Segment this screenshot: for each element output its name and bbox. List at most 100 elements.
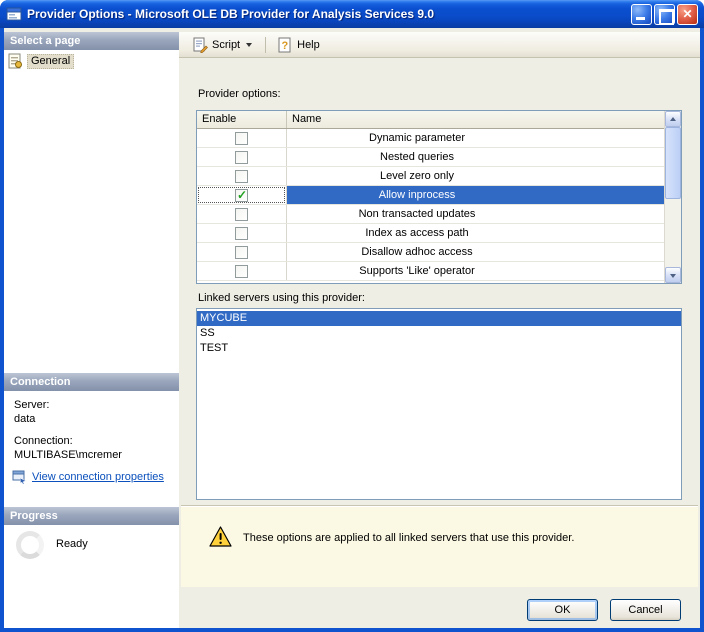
connection-properties-icon (12, 469, 27, 484)
option-name: Index as access path (287, 227, 547, 239)
sidebar-item-label: General (27, 54, 74, 69)
option-name-cell[interactable]: Dynamic parameter (287, 129, 664, 147)
script-icon (192, 37, 208, 53)
select-a-page-header: Select a page (4, 32, 179, 50)
list-item[interactable]: MYCUBE (197, 311, 681, 326)
enable-checkbox[interactable] (235, 151, 248, 164)
dialog-icon (6, 6, 22, 22)
provider-options-dialog: Provider Options - Microsoft OLE DB Prov… (0, 0, 704, 632)
progress-ring-icon (16, 531, 44, 559)
column-header-name[interactable]: Name (287, 111, 664, 128)
enable-cell[interactable] (197, 205, 287, 223)
enable-cell[interactable] (197, 129, 287, 147)
progress-panel: Ready (4, 525, 179, 628)
ok-button[interactable]: OK (527, 599, 598, 621)
enable-checkbox[interactable] (235, 227, 248, 240)
grid-row[interactable]: Dynamic parameter (197, 129, 664, 148)
warning-icon (209, 526, 232, 547)
grid-row[interactable]: Index as access path (197, 224, 664, 243)
enable-cell[interactable] (197, 186, 287, 204)
main-panel: Script ? Help Provider options: (179, 28, 700, 628)
option-name-cell[interactable]: Allow inprocess (287, 186, 664, 204)
help-icon: ? (277, 37, 293, 53)
minimize-button[interactable] (631, 4, 652, 25)
enable-cell[interactable] (197, 148, 287, 166)
grid-row[interactable]: Nested queries (197, 148, 664, 167)
properties-page-icon (7, 53, 23, 69)
grid-row[interactable]: Allow inprocess (197, 186, 664, 205)
toolbar: Script ? Help (179, 32, 700, 58)
option-name: Level zero only (287, 170, 547, 182)
enable-cell[interactable] (197, 224, 287, 242)
option-name-cell[interactable]: Disallow adhoc access (287, 243, 664, 261)
connection-label: Connection: (14, 435, 73, 447)
enable-checkbox[interactable] (235, 208, 248, 221)
option-name-cell[interactable]: Nested queries (287, 148, 664, 166)
svg-text:?: ? (282, 40, 289, 52)
grid-row[interactable]: Disallow adhoc access (197, 243, 664, 262)
window-title: Provider Options - Microsoft OLE DB Prov… (27, 7, 626, 21)
pages-panel: General (4, 50, 179, 373)
option-name: Dynamic parameter (287, 132, 547, 144)
sidebar-item-general[interactable]: General (4, 50, 179, 69)
maximize-button[interactable] (654, 4, 675, 25)
warning-text: These options are applied to all linked … (243, 532, 678, 544)
enable-checkbox[interactable] (235, 132, 248, 145)
option-name-cell[interactable]: Supports 'Like' operator (287, 262, 664, 280)
enable-checkbox[interactable] (235, 246, 248, 259)
enable-checkbox[interactable] (235, 189, 248, 202)
view-connection-properties-text: View connection properties (32, 471, 164, 483)
provider-options-label: Provider options: (198, 88, 281, 100)
help-button[interactable]: ? Help (272, 34, 327, 56)
script-button-label: Script (212, 39, 240, 51)
list-item[interactable]: SS (197, 326, 681, 341)
linked-servers-label: Linked servers using this provider: (198, 292, 365, 304)
warning-strip: These options are applied to all linked … (181, 505, 698, 587)
option-name-cell[interactable]: Index as access path (287, 224, 664, 242)
grid-scrollbar[interactable] (664, 111, 681, 283)
connection-panel: Server: data Connection: MULTIBASE\mcrem… (4, 391, 179, 507)
scroll-down-icon[interactable] (665, 267, 681, 283)
option-name-cell[interactable]: Non transacted updates (287, 205, 664, 223)
linked-servers-listbox[interactable]: MYCUBESSTEST (196, 308, 682, 500)
scroll-up-icon[interactable] (665, 111, 681, 127)
window-controls (631, 4, 698, 25)
close-button[interactable] (677, 4, 698, 25)
server-value: data (14, 413, 35, 425)
chevron-down-icon (246, 43, 252, 47)
option-name: Supports 'Like' operator (287, 265, 547, 277)
option-name: Disallow adhoc access (287, 246, 547, 258)
provider-options-grid-body: Dynamic parameter Nested queries Level zer… (197, 129, 664, 281)
enable-checkbox[interactable] (235, 265, 248, 278)
option-name-cell[interactable]: Level zero only (287, 167, 664, 185)
grid-inner: Enable Name Dynamic parameter Nested quer… (197, 111, 664, 283)
enable-cell[interactable] (197, 243, 287, 261)
title-bar[interactable]: Provider Options - Microsoft OLE DB Prov… (0, 0, 704, 28)
help-button-label: Help (297, 39, 320, 51)
sidebar: Select a page General Connec (4, 28, 179, 628)
cancel-button[interactable]: Cancel (610, 599, 681, 621)
grid-row[interactable]: Supports 'Like' operator (197, 262, 664, 281)
enable-checkbox[interactable] (235, 170, 248, 183)
option-name: Allow inprocess (287, 189, 547, 201)
enable-cell[interactable] (197, 262, 287, 280)
dialog-body: Select a page General Connec (4, 28, 700, 628)
connection-header: Connection (4, 373, 179, 391)
server-label: Server: (14, 399, 49, 411)
scrollbar-thumb[interactable] (665, 127, 681, 199)
grid-row[interactable]: Non transacted updates (197, 205, 664, 224)
view-connection-properties-link[interactable]: View connection properties (12, 469, 164, 484)
progress-header: Progress (4, 507, 179, 525)
toolbar-separator (265, 37, 266, 53)
provider-options-grid: Enable Name Dynamic parameter Nested quer… (196, 110, 682, 284)
list-item[interactable]: TEST (197, 341, 681, 356)
enable-cell[interactable] (197, 167, 287, 185)
grid-header: Enable Name (197, 111, 664, 129)
grid-row[interactable]: Level zero only (197, 167, 664, 186)
script-button[interactable]: Script (187, 34, 259, 56)
progress-status: Ready (56, 538, 88, 550)
option-name: Nested queries (287, 151, 547, 163)
connection-value: MULTIBASE\mcremer (14, 449, 122, 461)
option-name: Non transacted updates (287, 208, 547, 220)
column-header-enable[interactable]: Enable (197, 111, 287, 128)
